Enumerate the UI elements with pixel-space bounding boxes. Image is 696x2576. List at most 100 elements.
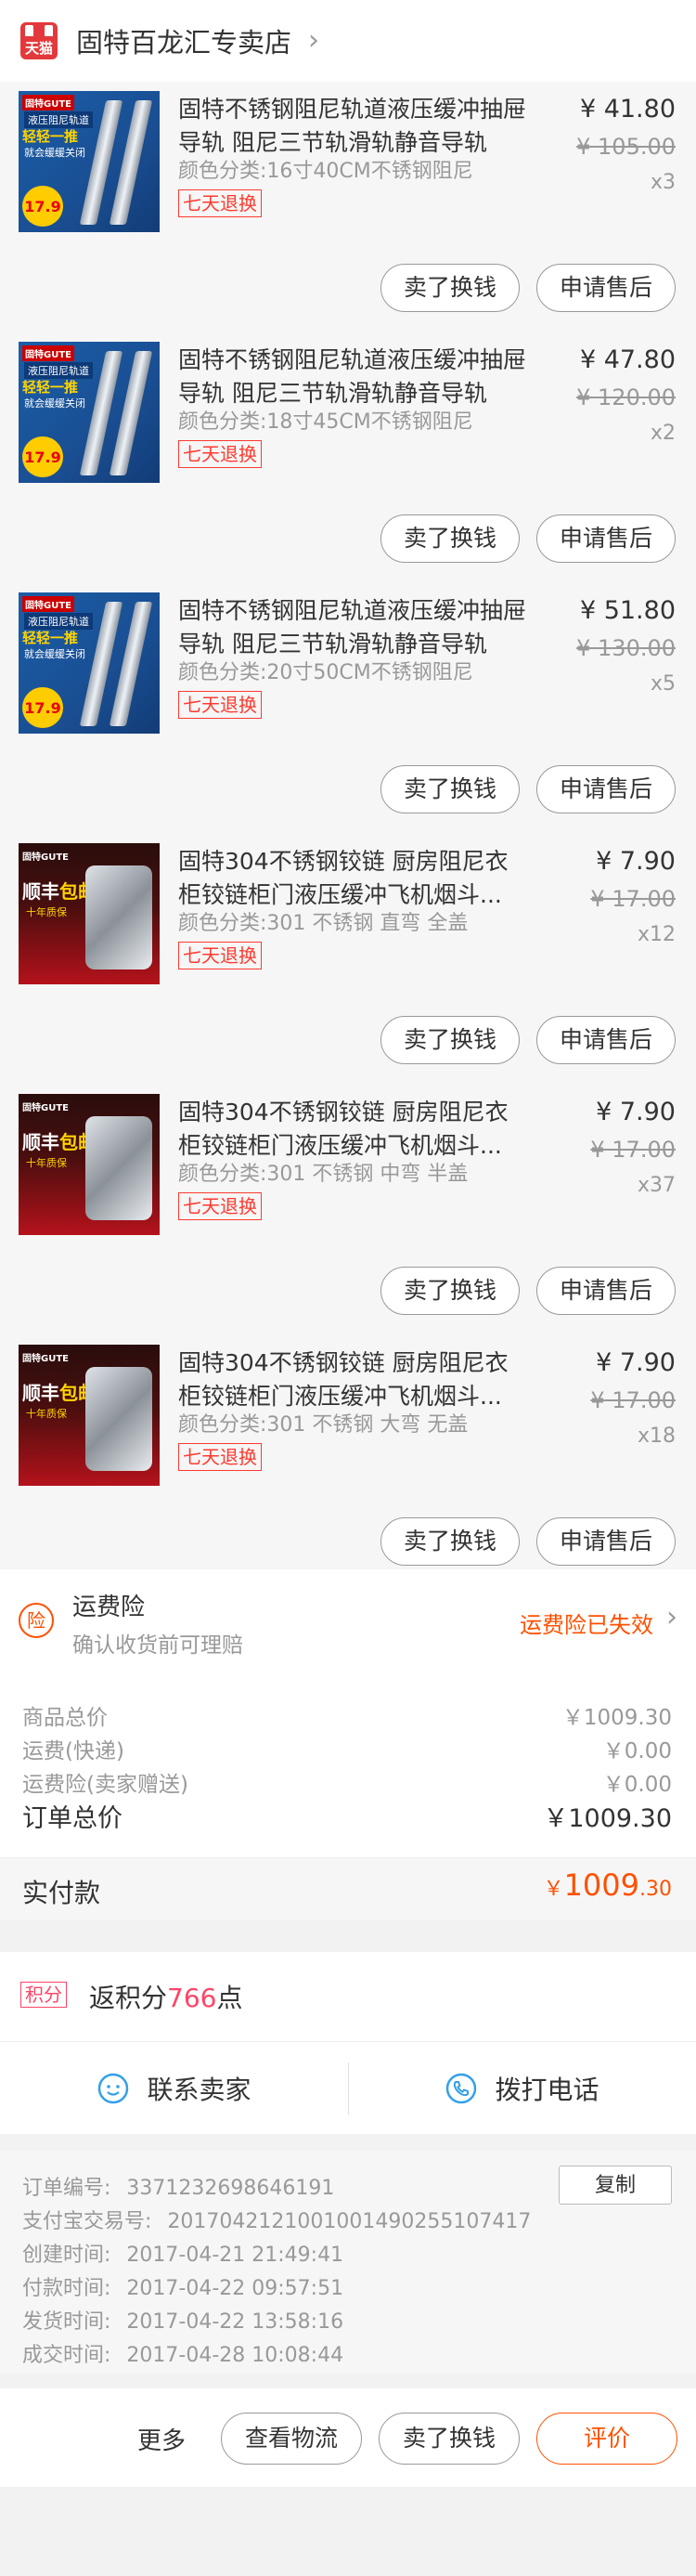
product-title[interactable]: 固特不锈钢阻尼轨道液压缓冲抽屉导轨 阻尼三节轨滑轨静音导轨 bbox=[178, 344, 531, 410]
sell-button[interactable]: 卖了换钱 bbox=[379, 2413, 520, 2465]
after-sale-button[interactable]: 申请售后 bbox=[536, 264, 676, 312]
paid-time: 2017-04-22 09:57:51 bbox=[126, 2277, 344, 2300]
seven-day-return-badge: 七天退换 bbox=[178, 691, 262, 719]
order-number-row: 订单编号: 3371232698646191 bbox=[22, 2171, 334, 2201]
product-quantity: x2 bbox=[650, 422, 676, 445]
insurance-fee-label: 运费险(卖家赠送) bbox=[22, 1773, 188, 1797]
sell-button[interactable]: 卖了换钱 bbox=[380, 264, 520, 312]
completed-time-label: 成交时间: bbox=[22, 2344, 111, 2367]
thumb-headline: 轻轻一推 bbox=[22, 630, 79, 646]
tmall-logo-text: 天猫 bbox=[24, 40, 53, 57]
original-price: ¥ 17.00 bbox=[590, 1387, 676, 1413]
product-price: ¥ 7.90 bbox=[596, 1098, 676, 1126]
created-time: 2017-04-21 21:49:41 bbox=[126, 2244, 344, 2267]
order-info: 订单编号: 3371232698646191 复制 支付宝交易号: 201704… bbox=[0, 2151, 696, 2374]
thumb-headline-part1: 顺丰 bbox=[22, 1131, 59, 1153]
product-title[interactable]: 固特304不锈钢铰链 厨房阻尼衣柜铰链柜门液压缓冲飞机烟斗... bbox=[178, 1096, 531, 1163]
chat-icon bbox=[98, 2073, 129, 2104]
review-button[interactable]: 评价 bbox=[536, 2413, 677, 2465]
order-item[interactable]: 固特GUTE 顺丰包邮 十年质保 固特304不锈钢铰链 厨房阻尼衣柜铰链柜门液压… bbox=[0, 1085, 696, 1335]
after-sale-button[interactable]: 申请售后 bbox=[536, 1267, 676, 1315]
alipay-number-label: 支付宝交易号: bbox=[22, 2210, 152, 2233]
product-sku: 颜色分类:20寸50CM不锈钢阻尼 bbox=[178, 661, 473, 684]
product-title[interactable]: 固特304不锈钢铰链 厨房阻尼衣柜铰链柜门液压缓冲飞机烟斗... bbox=[178, 845, 531, 912]
thumb-headline-part1: 顺丰 bbox=[22, 880, 59, 903]
sell-button[interactable]: 卖了换钱 bbox=[380, 1517, 520, 1566]
thumb-price-badge: 17.9 bbox=[22, 687, 63, 728]
after-sale-button[interactable]: 申请售后 bbox=[536, 765, 676, 813]
original-price: ¥ 105.00 bbox=[576, 134, 676, 160]
product-thumbnail[interactable]: 固特GUTE 液压阻尼轨道 轻轻一推 就会缓缓关闭 17.9 bbox=[19, 91, 160, 232]
after-sale-button[interactable]: 申请售后 bbox=[536, 1517, 676, 1566]
order-total-value: ￥1009.30 bbox=[543, 1804, 672, 1833]
original-price: ¥ 130.00 bbox=[576, 635, 676, 661]
thumb-headline-part1: 顺丰 bbox=[22, 1382, 59, 1404]
product-thumbnail[interactable]: 固特GUTE 顺丰包邮 十年质保 bbox=[19, 843, 160, 984]
freight-insurance-row[interactable]: 险 运费险 确认收货前可理赔 运费险已失效 › bbox=[0, 1569, 696, 1672]
product-price: ¥ 7.90 bbox=[596, 847, 676, 876]
shipping-row: 运费(快递) ￥0.00 bbox=[22, 1733, 672, 1764]
thumb-subline: 十年质保 bbox=[26, 1408, 67, 1420]
product-sku: 颜色分类:16寸40CM不锈钢阻尼 bbox=[178, 160, 473, 183]
seven-day-return-badge: 七天退换 bbox=[178, 189, 262, 217]
original-price: ¥ 120.00 bbox=[576, 384, 676, 410]
bottom-action-bar: 更多 查看物流 卖了换钱 评价 bbox=[0, 2388, 696, 2487]
thumb-subline: 就会缓缓关闭 bbox=[24, 648, 85, 660]
sell-button[interactable]: 卖了换钱 bbox=[380, 514, 520, 563]
insurance-status[interactable]: 运费险已失效 bbox=[520, 1607, 653, 1639]
shipped-time-label: 发货时间: bbox=[22, 2310, 111, 2334]
product-sku: 颜色分类:18寸45CM不锈钢阻尼 bbox=[178, 410, 473, 434]
insurance-fee-row: 运费险(卖家赠送) ￥0.00 bbox=[22, 1766, 672, 1798]
thumb-subline: 十年质保 bbox=[26, 1157, 67, 1169]
points-tag: 积分 bbox=[20, 1982, 67, 2008]
product-thumbnail[interactable]: 固特GUTE 顺丰包邮 十年质保 bbox=[19, 1094, 160, 1235]
order-item[interactable]: 固特GUTE 顺丰包邮 十年质保 固特304不锈钢铰链 厨房阻尼衣柜铰链柜门液压… bbox=[0, 1335, 696, 1586]
order-number: 3371232698646191 bbox=[126, 2177, 335, 2200]
original-price: ¥ 17.00 bbox=[590, 886, 676, 912]
chevron-right-icon[interactable]: › bbox=[308, 27, 319, 55]
points-row: 积分 返积分766点 bbox=[0, 1952, 696, 2041]
shipping-label: 运费(快递) bbox=[22, 1739, 124, 1763]
call-phone-label: 拨打电话 bbox=[495, 2075, 599, 2105]
sell-button[interactable]: 卖了换钱 bbox=[380, 765, 520, 813]
goods-total-value: ￥1009.30 bbox=[561, 1706, 672, 1730]
seven-day-return-badge: 七天退换 bbox=[178, 942, 262, 969]
shop-name[interactable]: 固特百龙汇专卖店 bbox=[76, 21, 291, 60]
after-sale-button[interactable]: 申请售后 bbox=[536, 1016, 676, 1064]
sell-button[interactable]: 卖了换钱 bbox=[380, 1016, 520, 1064]
copy-button[interactable]: 复制 bbox=[559, 2166, 672, 2205]
product-title[interactable]: 固特不锈钢阻尼轨道液压缓冲抽屉导轨 阻尼三节轨滑轨静音导轨 bbox=[178, 594, 531, 661]
product-thumbnail[interactable]: 固特GUTE 顺丰包邮 十年质保 bbox=[19, 1345, 160, 1486]
view-logistics-button[interactable]: 查看物流 bbox=[221, 2413, 362, 2465]
after-sale-button[interactable]: 申请售后 bbox=[536, 514, 676, 563]
product-title[interactable]: 固特不锈钢阻尼轨道液压缓冲抽屉导轨 阻尼三节轨滑轨静音导轨 bbox=[178, 93, 531, 160]
thumb-subline: 就会缓缓关闭 bbox=[24, 397, 85, 410]
points-prefix: 返积分 bbox=[89, 1983, 168, 2013]
chevron-right-icon[interactable]: › bbox=[666, 1601, 677, 1633]
thumb-headline: 轻轻一推 bbox=[22, 128, 79, 145]
thumb-brand: 固特GUTE bbox=[22, 596, 74, 612]
seven-day-return-badge: 七天退换 bbox=[178, 1443, 262, 1471]
sell-button[interactable]: 卖了换钱 bbox=[380, 1267, 520, 1315]
call-phone-button[interactable]: 拨打电话 bbox=[348, 2042, 696, 2135]
shipped-time-row: 发货时间: 2017-04-22 13:58:16 bbox=[22, 2305, 343, 2335]
more-button[interactable]: 更多 bbox=[137, 2422, 186, 2456]
product-quantity: x37 bbox=[637, 1174, 676, 1197]
order-number-label: 订单编号: bbox=[22, 2177, 111, 2200]
order-item[interactable]: 固特GUTE 顺丰包邮 十年质保 固特304不锈钢铰链 厨房阻尼衣柜铰链柜门液压… bbox=[0, 834, 696, 1085]
shop-header[interactable]: 天猫 固特百龙汇专卖店 › bbox=[0, 0, 696, 82]
contact-seller-button[interactable]: 联系卖家 bbox=[0, 2042, 348, 2135]
product-price: ¥ 7.90 bbox=[596, 1348, 676, 1377]
product-thumbnail[interactable]: 固特GUTE 液压阻尼轨道 轻轻一推 就会缓缓关闭 17.9 bbox=[19, 592, 160, 734]
order-item[interactable]: 固特GUTE 液压阻尼轨道 轻轻一推 就会缓缓关闭 17.9 固特不锈钢阻尼轨道… bbox=[0, 332, 696, 583]
product-thumbnail[interactable]: 固特GUTE 液压阻尼轨道 轻轻一推 就会缓缓关闭 17.9 bbox=[19, 342, 160, 483]
order-item[interactable]: 固特GUTE 液压阻尼轨道 轻轻一推 就会缓缓关闭 17.9 固特不锈钢阻尼轨道… bbox=[0, 82, 696, 332]
shipped-time: 2017-04-22 13:58:16 bbox=[126, 2310, 344, 2334]
product-quantity: x5 bbox=[650, 672, 676, 696]
thumb-price-badge: 17.9 bbox=[22, 436, 63, 477]
actual-payment-label: 实付款 bbox=[22, 1878, 101, 1908]
order-item[interactable]: 固特GUTE 液压阻尼轨道 轻轻一推 就会缓缓关闭 17.9 固特不锈钢阻尼轨道… bbox=[0, 583, 696, 834]
thumb-subline: 就会缓缓关闭 bbox=[24, 147, 85, 159]
paid-time-row: 付款时间: 2017-04-22 09:57:51 bbox=[22, 2271, 343, 2301]
product-title[interactable]: 固特304不锈钢铰链 厨房阻尼衣柜铰链柜门液压缓冲飞机烟斗... bbox=[178, 1347, 531, 1413]
